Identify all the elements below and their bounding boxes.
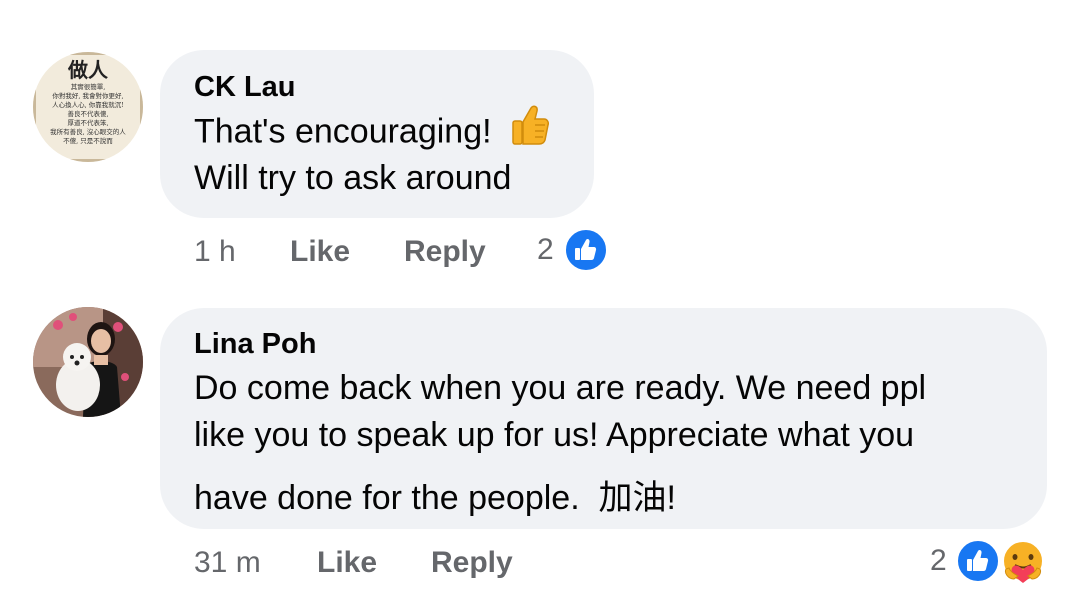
comment-author[interactable]: CK Lau [194,71,296,104]
reaction-count[interactable]: 2 [537,233,554,267]
avatar-line: 人心換人心, 你靠我就沉! [52,100,124,109]
like-button[interactable]: Like [317,546,377,580]
avatar-line: 其實很簡單, [71,82,106,91]
avatar-line: 你對我好, 我會對你更好, [52,91,123,100]
woman-with-dog-avatar-icon [33,307,143,417]
like-reaction-icon[interactable] [564,228,608,272]
avatar-line: 我所有善良, 沒心眼交的人 [50,127,126,136]
avatar-title: 做人 [67,58,109,82]
avatar[interactable]: 做人 其實很簡單, 你對我好, 我會對你更好, 人心換人心, 你靠我就沉! 善良… [33,52,143,162]
avatar-line: 不傻, 只是不說而 [63,136,113,145]
reaction-count[interactable]: 2 [930,544,947,578]
reply-button[interactable]: Reply [431,546,513,580]
avatar-line: 厚道不代表笨, [67,118,108,127]
avatar[interactable] [33,307,143,417]
comment-timestamp[interactable]: 1 h [194,235,236,269]
thumbs-up-emoji-icon [511,104,550,155]
comment-text: That's encouraging! [194,112,492,151]
care-reaction-icon[interactable] [1000,539,1044,583]
comment-text-line: like you to speak up for us! Appreciate … [194,416,915,454]
comment-text-line: have done for the people. 加油! [194,479,676,517]
like-button[interactable]: Like [290,235,350,269]
avatar-line: 善良不代表傻, [67,109,108,118]
comment-author[interactable]: Lina Poh [194,328,316,361]
like-reaction-icon[interactable] [956,539,1000,583]
comment-text-line: That's encouraging! [194,105,550,155]
comment-timestamp[interactable]: 31 m [194,546,261,580]
comment-text-line: Will try to ask around [194,159,512,197]
calligraphy-avatar-icon: 做人 其實很簡單, 你對我好, 我會對你更好, 人心換人心, 你靠我就沉! 善良… [33,52,143,162]
comment-text-line: Do come back when you are ready. We need… [194,369,927,407]
reply-button[interactable]: Reply [404,235,486,269]
